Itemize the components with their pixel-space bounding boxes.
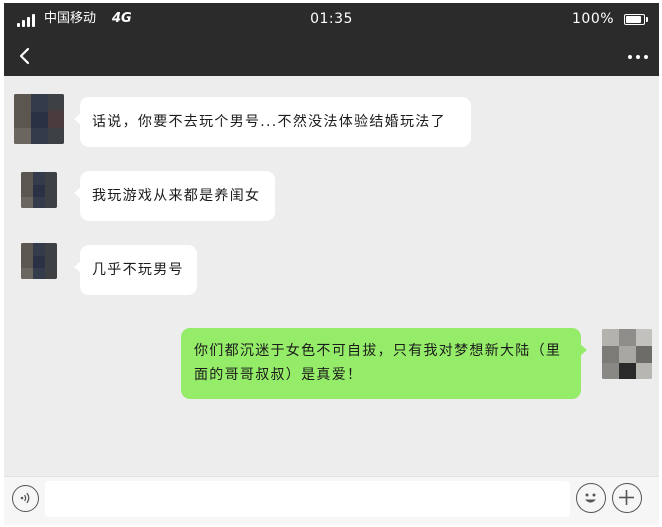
message-list[interactable]: 话说，你要不去玩个男号...不然没法体验结婚玩法了 我玩游戏从来都是养闺女 几乎… — [4, 76, 659, 476]
message-input-bar — [4, 476, 659, 525]
contact-avatar[interactable] — [14, 94, 64, 144]
more-functions-button[interactable] — [612, 483, 642, 513]
plus-icon — [619, 490, 634, 505]
voice-input-button[interactable] — [12, 485, 39, 512]
emoji-icon — [585, 493, 596, 503]
message-text: 你们都沉迷于女色不可自拔，只有我对梦想新大陆（里面的哥哥叔叔）是真爱！ — [194, 343, 562, 383]
emoji-button[interactable] — [576, 483, 606, 513]
message-input[interactable] — [45, 481, 570, 517]
contact-avatar[interactable] — [21, 243, 57, 279]
battery-icon — [624, 14, 648, 25]
message-bubble-incoming[interactable]: 几乎不玩男号 — [74, 245, 197, 295]
message-text: 几乎不玩男号 — [92, 262, 184, 278]
message-text: 话说，你要不去玩个男号...不然没法体验结婚玩法了 — [92, 114, 446, 130]
back-button[interactable] — [12, 43, 38, 69]
voice-icon — [20, 492, 30, 504]
chat-nav-bar — [4, 35, 659, 76]
status-time: 01:35 — [310, 11, 353, 27]
message-bubble-outgoing[interactable]: 你们都沉迷于女色不可自拔，只有我对梦想新大陆（里面的哥哥叔叔）是真爱！ — [181, 328, 587, 399]
contact-avatar[interactable] — [21, 172, 57, 208]
more-options-button[interactable] — [623, 47, 653, 67]
ellipsis-icon — [628, 55, 632, 59]
message-text: 我玩游戏从来都是养闺女 — [92, 188, 261, 204]
status-bar: 中国移动 4G 01:35 100% — [4, 3, 659, 35]
message-bubble-incoming[interactable]: 我玩游戏从来都是养闺女 — [74, 171, 275, 221]
battery-percentage: 100% — [572, 11, 615, 27]
user-avatar[interactable] — [602, 329, 652, 379]
chevron-left-icon — [19, 47, 30, 65]
message-bubble-incoming[interactable]: 话说，你要不去玩个男号...不然没法体验结婚玩法了 — [74, 97, 471, 147]
chat-screen: 中国移动 4G 01:35 100% 话说，你要不去玩个男号...不然没法体验结… — [4, 3, 659, 525]
